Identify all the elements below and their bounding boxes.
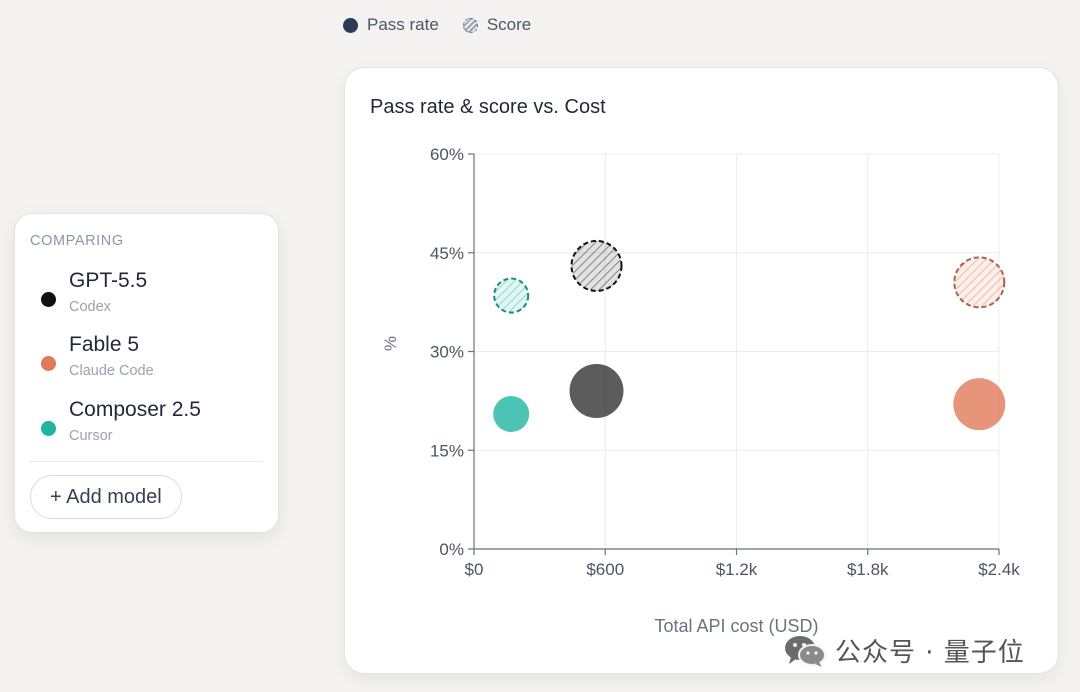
legend-label-pass-rate: Pass rate [367,15,439,34]
y-tick-label: 45% [430,244,464,263]
solid-dot-icon [343,17,358,33]
model-color-dot-icon [41,356,56,371]
watermark: 公众号 · 量子位 [783,632,1025,669]
score-point [493,277,530,314]
y-tick-label: 30% [430,343,464,362]
legend-item-pass-rate[interactable]: Pass rate [343,15,439,35]
chart-legend: Pass rate Score [343,15,531,35]
add-model-button[interactable]: + Add model [30,475,182,519]
model-color-dot-icon [41,421,56,436]
watermark-text: 公众号 · 量子位 [835,638,1025,668]
y-tick-label: 60% [430,145,464,164]
x-tick-label: $0 [465,560,484,579]
model-name: Fable 5 [69,333,140,356]
comparing-heading: COMPARING [30,233,124,249]
model-tool: Cursor [69,428,113,444]
y-tick-label: 15% [430,441,464,460]
wechat-logo-icon [785,635,826,667]
y-tick-label: 0% [439,540,464,559]
pass-rate-point [569,364,624,418]
pass-rate-point [953,378,1006,431]
pass-rate-point [493,396,530,433]
model-tool: Claude Code [69,363,154,379]
model-name: Composer 2.5 [69,398,201,421]
hatched-dot-icon [462,17,478,33]
x-tick-label: $2.4k [978,560,1020,579]
legend-item-score[interactable]: Score [462,15,532,35]
x-tick-label: $600 [586,560,624,579]
chart-card: Pass rate & score vs. Cost 0% 15% 30% 45% 60… [344,67,1059,674]
x-tick-label: $1.2k [716,560,758,579]
divider [29,461,262,462]
score-point [953,256,1006,309]
score-point [570,239,623,292]
x-tick-label: $1.8k [847,560,889,579]
scatter-chart: 0%15%30%45%60%$0 $600 $1.2k $1.8k $2.4kTotal… [381,145,1020,636]
y-axis-title: % [381,336,400,351]
legend-label-score: Score [486,15,532,34]
comparing-panel: COMPARING GPT-5.5 Codex Fable 5 Claude C… [14,213,279,533]
model-color-dot-icon [41,292,56,307]
model-tool: Codex [69,299,111,315]
model-name: GPT-5.5 [69,269,148,292]
